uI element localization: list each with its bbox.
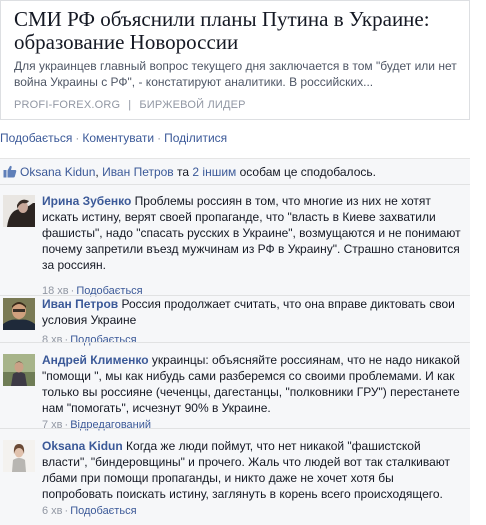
avatar[interactable]: [3, 354, 35, 386]
others-link[interactable]: 2 іншим: [192, 165, 236, 179]
comment-text: Иван Петров Россия продолжает считать, ч…: [42, 296, 464, 328]
thumbs-up-icon: [3, 165, 17, 178]
share-link[interactable]: Поділитися: [164, 131, 227, 145]
likes-tail: особам це сподобалось.: [236, 165, 376, 179]
card-title[interactable]: СМИ РФ объяснили планы Путина в Украине:…: [14, 8, 464, 54]
avatar-image: [3, 440, 35, 472]
comment-like-link[interactable]: Подобається: [70, 334, 136, 346]
avatar[interactable]: [3, 440, 35, 472]
comment-meta: 8 хв · Подобається: [42, 334, 137, 346]
liker-link[interactable]: Oksana Kidun: [20, 165, 95, 179]
avatar-image: [3, 195, 35, 227]
comment-time[interactable]: 7 хв: [42, 419, 63, 431]
link-preview-card[interactable]: СМИ РФ объяснили планы Путина в Украине:…: [0, 0, 470, 120]
comment-link[interactable]: Коментувати: [82, 131, 154, 145]
card-description: Для украинцев главный вопрос текущего дн…: [14, 59, 457, 89]
source-separator: |: [128, 99, 132, 111]
comment-author[interactable]: Андрей Клименко: [42, 353, 149, 367]
comment-text: Ирина Зубенко Проблемы россиян в том, чт…: [42, 193, 464, 273]
comment-like-link[interactable]: Подобається: [70, 505, 136, 517]
likes-text: Oksana Kidun, Иван Петров та 2 іншим осо…: [20, 165, 376, 179]
action-separator: ·: [75, 131, 80, 145]
comment-author[interactable]: Иван Петров: [42, 297, 118, 311]
source-domain: PROFI-FOREX.ORG: [14, 99, 121, 111]
likes-and: та: [173, 165, 193, 179]
card-source: PROFI-FOREX.ORG | БИРЖЕВОЙ ЛИДЕР: [14, 99, 246, 111]
post-actions: Подобається · Коментувати · Поділитися: [0, 131, 227, 145]
comment-time[interactable]: 8 хв: [42, 334, 63, 346]
avatar[interactable]: [3, 195, 35, 227]
divider: [0, 342, 470, 343]
comment-meta: 6 хв · Подобається: [42, 505, 137, 517]
avatar-image: [3, 298, 35, 330]
post-container: СМИ РФ объяснили планы Путина в Украине:…: [0, 0, 486, 525]
action-separator: ·: [157, 131, 162, 145]
comment-meta: 7 хв · Відредагований: [42, 419, 151, 431]
like-link[interactable]: Подобається: [0, 131, 72, 145]
avatar-image: [3, 354, 35, 386]
comment-edited-label[interactable]: Відредагований: [70, 419, 151, 431]
divider: [0, 428, 470, 429]
comment-time[interactable]: 6 хв: [42, 505, 63, 517]
likes-summary: Oksana Kidun, Иван Петров та 2 іншим осо…: [0, 158, 470, 184]
comment-author[interactable]: Ирина Зубенко: [42, 194, 131, 208]
meta-separator: ·: [64, 334, 69, 346]
comment-text: Oksana Kidun Когда же люди поймут, что н…: [42, 438, 464, 502]
liker-link[interactable]: Иван Петров: [102, 165, 174, 179]
comment-text: Андрей Клименко украинцы: объясняйте рос…: [42, 352, 464, 416]
avatar[interactable]: [3, 298, 35, 330]
comments-list: Ирина Зубенко Проблемы россиян в том, чт…: [0, 184, 470, 525]
comment-author[interactable]: Oksana Kidun: [42, 439, 123, 453]
source-name: БИРЖЕВОЙ ЛИДЕР: [139, 99, 246, 111]
divider: [0, 184, 470, 185]
meta-separator: ·: [64, 505, 69, 517]
meta-separator: ·: [64, 419, 69, 431]
